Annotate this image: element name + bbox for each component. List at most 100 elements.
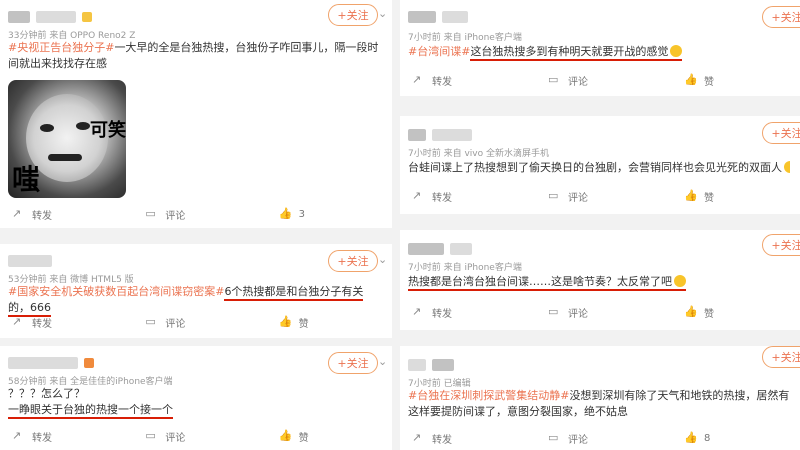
action-bar: ↗ 转发 ▭ 评论 👍 赞 bbox=[400, 70, 800, 90]
chevron-down-icon[interactable]: ⌄ bbox=[378, 7, 387, 20]
follow-button[interactable]: +关注 bbox=[328, 4, 378, 26]
follow-button[interactable]: +关注 bbox=[328, 352, 378, 374]
repost-icon: ↗ bbox=[412, 431, 422, 444]
comment-button[interactable]: ▭ 评论 bbox=[528, 428, 664, 448]
action-bar: ↗ 转发 ▭ 评论 👍 赞 bbox=[400, 302, 800, 322]
action-bar: ↗ 转发 ▭ 评论 👍 3 bbox=[0, 204, 392, 224]
comment-button[interactable]: ▭ 评论 bbox=[528, 70, 664, 90]
like-icon: 👍 bbox=[684, 305, 698, 318]
username-blurred[interactable] bbox=[432, 129, 472, 141]
comment-icon: ▭ bbox=[548, 431, 559, 444]
username-blurred[interactable] bbox=[432, 359, 454, 371]
repost-icon: ↗ bbox=[412, 305, 422, 318]
like-button[interactable]: 👍 3 bbox=[259, 204, 392, 224]
username-blurred[interactable] bbox=[408, 129, 426, 141]
like-icon: 👍 bbox=[278, 315, 293, 328]
repost-button[interactable]: ↗ 转发 bbox=[400, 302, 528, 322]
like-button[interactable]: 👍 赞 bbox=[259, 312, 392, 332]
username-blurred[interactable] bbox=[450, 243, 472, 255]
post-card: +关注 7小时前 已编辑 #台独在深圳刺探武警集结动静#没想到深圳有除了天气和地… bbox=[400, 346, 800, 450]
like-icon: 👍 bbox=[278, 207, 293, 220]
chevron-down-icon[interactable]: ⌄ bbox=[378, 253, 387, 266]
repost-icon: ↗ bbox=[12, 315, 22, 328]
user-info[interactable] bbox=[8, 354, 94, 372]
user-info[interactable] bbox=[408, 356, 454, 374]
follow-button[interactable]: +关注 bbox=[762, 234, 800, 256]
like-button[interactable]: 👍 赞 bbox=[664, 186, 800, 206]
action-bar: ↗ 转发 ▭ 评论 👍 赞 bbox=[0, 312, 392, 332]
comment-icon: ▭ bbox=[145, 207, 156, 220]
repost-button[interactable]: ↗ 转发 bbox=[0, 426, 125, 446]
repost-button[interactable]: ↗ 转发 bbox=[400, 428, 528, 448]
comment-button[interactable]: ▭ 评论 bbox=[125, 204, 258, 224]
username-blurred[interactable] bbox=[408, 359, 426, 371]
post-meta: 7小时前 来自 iPhone客户端 bbox=[408, 33, 522, 43]
like-icon: 👍 bbox=[278, 429, 293, 442]
post-card: +关注 ⌄ 58分钟前 来自 全是佳佳的iPhone客户端 ？？？怎么了？ 一睁… bbox=[0, 346, 392, 450]
repost-button[interactable]: ↗ 转发 bbox=[400, 186, 528, 206]
comment-icon: ▭ bbox=[145, 315, 156, 328]
post-text: #台独在深圳刺探武警集结动静#没想到深圳有除了天气和地铁的热搜，居然有这样要提防… bbox=[408, 389, 790, 418]
hashtag-link[interactable]: #台独在深圳刺探武警集结动静# bbox=[408, 389, 569, 402]
username-blurred[interactable] bbox=[8, 255, 52, 267]
chevron-down-icon[interactable]: ⌄ bbox=[378, 355, 387, 368]
username-blurred[interactable] bbox=[408, 11, 436, 23]
post-card: +关注 7小时前 来自 iPhone客户端 热搜都是台湾台独台间谍……这是啥节奏… bbox=[400, 230, 800, 330]
follow-button[interactable]: +关注 bbox=[762, 6, 800, 28]
comment-button[interactable]: ▭ 评论 bbox=[528, 186, 664, 206]
hashtag-link[interactable]: #央视正告台独分子# bbox=[8, 41, 114, 54]
comment-button[interactable]: ▭ 评论 bbox=[125, 312, 258, 332]
user-info[interactable] bbox=[408, 240, 472, 258]
like-icon: 👍 bbox=[684, 189, 698, 202]
post-meta: 7小时前 来自 vivo 全新水滴屏手机 bbox=[408, 149, 549, 159]
post-text: #央视正告台独分子#一大早的全是台独热搜，台独份子咋回事儿，隔一段时间就出来找找… bbox=[8, 41, 379, 70]
follow-button[interactable]: +关注 bbox=[328, 250, 378, 272]
post-text: 台蛙间谍上了热搜想到了偷天换日的台独剧，会营销同样也会见光死的双面人 bbox=[408, 160, 790, 176]
username-blurred[interactable] bbox=[442, 11, 468, 23]
smile-emoji-icon bbox=[674, 275, 686, 287]
post-meta: 7小时前 来自 iPhone客户端 bbox=[408, 263, 522, 273]
follow-button[interactable]: +关注 bbox=[762, 346, 800, 368]
user-badge-icon bbox=[84, 358, 94, 368]
user-info[interactable] bbox=[408, 126, 472, 144]
follow-button[interactable]: +关注 bbox=[762, 122, 800, 144]
repost-icon: ↗ bbox=[12, 429, 22, 442]
repost-button[interactable]: ↗ 转发 bbox=[0, 204, 125, 224]
post-text: ？？？怎么了？ 一睁眼关于台独的热搜一个接一个 bbox=[8, 386, 382, 419]
comment-icon: ▭ bbox=[548, 73, 559, 86]
right-column: +关注 7小时前 来自 iPhone客户端 #台湾间谍#这台独热搜多到有种明天就… bbox=[400, 0, 800, 450]
user-info[interactable] bbox=[8, 8, 92, 26]
like-button[interactable]: 👍 8 bbox=[664, 428, 800, 448]
avatar[interactable] bbox=[8, 11, 30, 23]
user-badge-icon bbox=[82, 12, 92, 22]
like-button[interactable]: 👍 赞 bbox=[259, 426, 392, 446]
hashtag-link[interactable]: #台湾间谍# bbox=[408, 45, 470, 58]
comment-button[interactable]: ▭ 评论 bbox=[528, 302, 664, 322]
comment-icon: ▭ bbox=[548, 305, 559, 318]
username-blurred[interactable] bbox=[408, 243, 444, 255]
action-bar: ↗ 转发 ▭ 评论 👍 赞 bbox=[0, 426, 392, 446]
username-blurred[interactable] bbox=[8, 357, 78, 369]
like-icon: 👍 bbox=[684, 73, 698, 86]
repost-button[interactable]: ↗ 转发 bbox=[400, 70, 528, 90]
post-card: +关注 ⌄ 33分钟前 来自 OPPO Reno2 Z #央视正告台独分子#一大… bbox=[0, 0, 392, 228]
comment-icon: ▭ bbox=[145, 429, 156, 442]
hashtag-link[interactable]: #国家安全机关破获数百起台湾间谍窃密案# bbox=[8, 285, 224, 298]
comment-icon: ▭ bbox=[548, 189, 559, 202]
user-info[interactable] bbox=[8, 252, 52, 270]
meme-image[interactable]: 可笑 嗤 bbox=[8, 80, 126, 198]
repost-icon: ↗ bbox=[412, 189, 422, 202]
repost-icon: ↗ bbox=[12, 207, 22, 220]
sweat-emoji-icon bbox=[784, 161, 790, 173]
post-text: 热搜都是台湾台独台间谍……这是啥节奏？太反常了吧 bbox=[408, 274, 790, 291]
like-button[interactable]: 👍 赞 bbox=[664, 302, 800, 322]
repost-button[interactable]: ↗ 转发 bbox=[0, 312, 125, 332]
user-info[interactable] bbox=[408, 8, 468, 26]
left-column: +关注 ⌄ 33分钟前 来自 OPPO Reno2 Z #央视正告台独分子#一大… bbox=[0, 0, 392, 450]
like-button[interactable]: 👍 赞 bbox=[664, 70, 800, 90]
post-card: +关注 7小时前 来自 vivo 全新水滴屏手机 台蛙间谍上了热搜想到了偷天换日… bbox=[400, 116, 800, 214]
username-blurred[interactable] bbox=[36, 11, 76, 23]
action-bar: ↗ 转发 ▭ 评论 👍 赞 bbox=[400, 186, 800, 206]
comment-button[interactable]: ▭ 评论 bbox=[125, 426, 258, 446]
meme-caption: 嗤 bbox=[12, 163, 41, 196]
